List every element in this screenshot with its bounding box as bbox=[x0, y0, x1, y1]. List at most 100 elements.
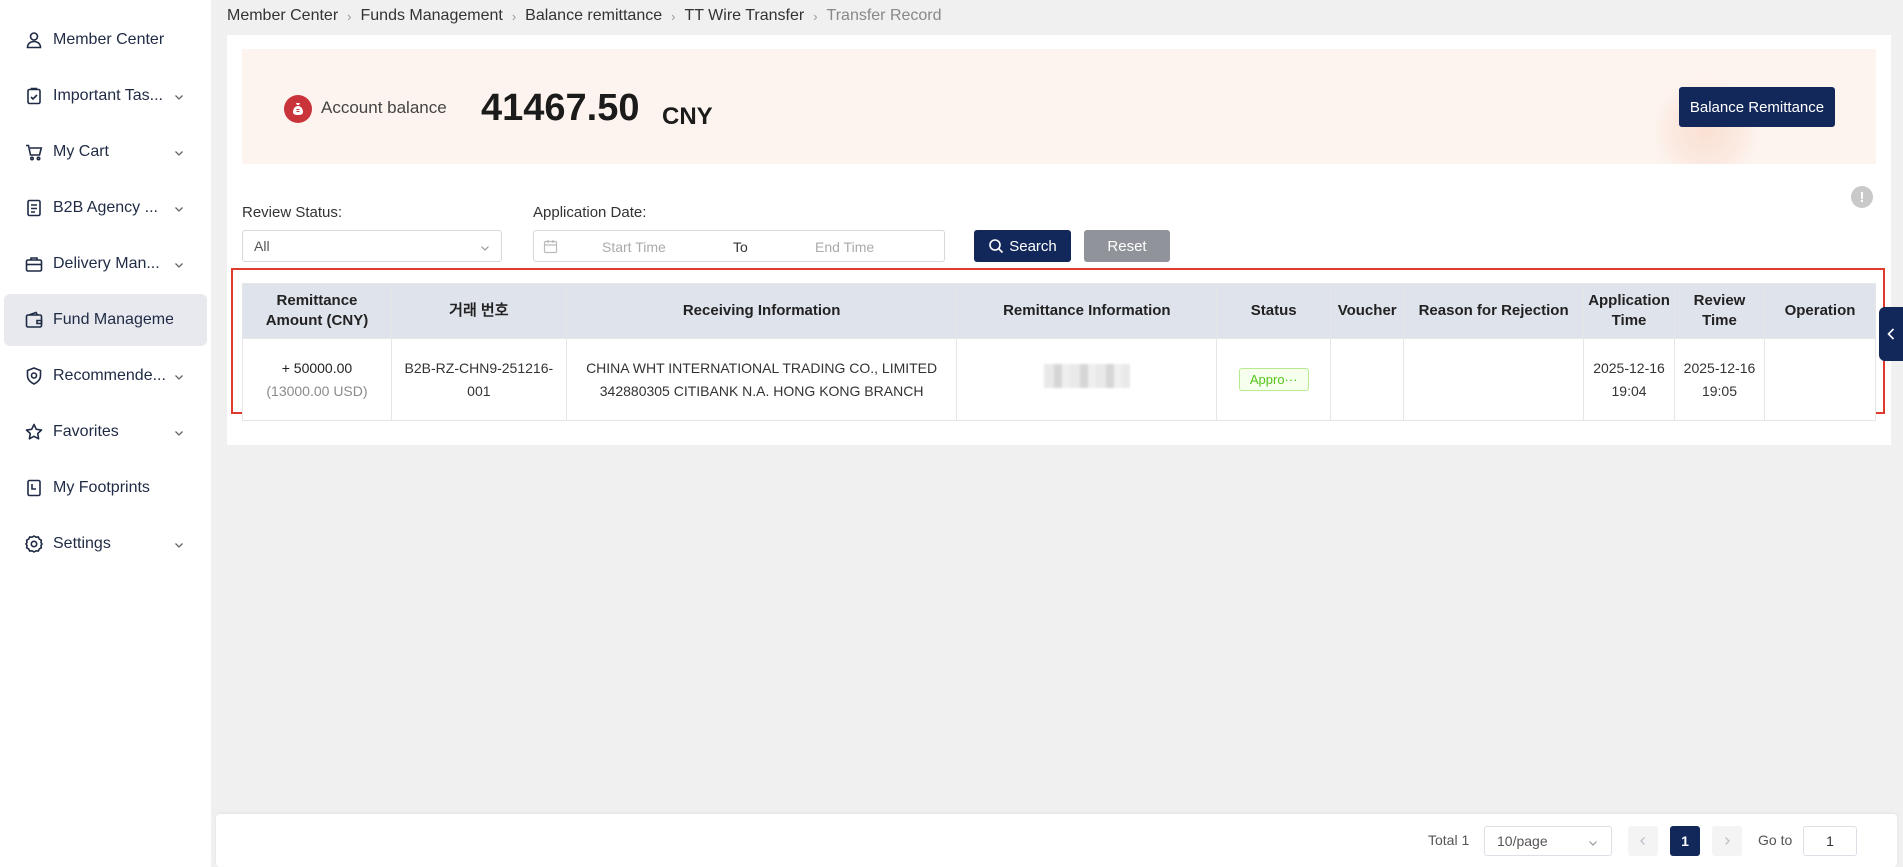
start-time-input[interactable]: Start Time bbox=[602, 239, 666, 255]
review-status-label: Review Status: bbox=[242, 204, 343, 221]
money-bag-icon bbox=[284, 95, 312, 123]
remittance-amount-usd: (13000.00 USD) bbox=[266, 382, 368, 399]
breadcrumb-item[interactable]: TT Wire Transfer bbox=[684, 7, 804, 25]
table-header-row: Remittance Amount (CNY) 거래 번호 Receiving … bbox=[242, 283, 1877, 339]
sidebar-item-label: Recommende... bbox=[53, 367, 166, 384]
breadcrumb-item[interactable]: Balance remittance bbox=[525, 7, 662, 25]
page-size-select[interactable]: 10/page bbox=[1484, 826, 1612, 856]
chevron-left-icon bbox=[1640, 837, 1645, 845]
account-balance-amount: 41467.50 bbox=[481, 87, 640, 129]
chevron-right-icon bbox=[1725, 837, 1730, 845]
breadcrumb-item[interactable]: Funds Management bbox=[361, 7, 503, 25]
sidebar-item-label: Important Tas... bbox=[53, 87, 163, 104]
rejection-reason-cell bbox=[1403, 338, 1585, 421]
breadcrumb-current: Transfer Record bbox=[826, 7, 942, 24]
amount-cell: + 50000.00 (13000.00 USD) bbox=[242, 338, 392, 421]
review-status-select[interactable]: All bbox=[242, 230, 502, 262]
sidebar-item-favorites[interactable]: Favorites bbox=[4, 406, 207, 458]
gear-icon bbox=[24, 534, 44, 554]
application-date-label: Application Date: bbox=[533, 204, 647, 221]
main-panel: Account balance 41467.50 CNY Balance Rem… bbox=[227, 35, 1891, 445]
document-icon bbox=[24, 198, 44, 218]
breadcrumb-item[interactable]: Member Center bbox=[227, 7, 338, 25]
table-row: + 50000.00 (13000.00 USD) B2B-RZ-CHN9-25… bbox=[242, 338, 1877, 421]
column-header: Status bbox=[1216, 283, 1332, 339]
chevron-right-icon: › bbox=[813, 8, 818, 24]
chevron-right-icon: › bbox=[671, 8, 676, 24]
column-header: Remittance Information bbox=[956, 283, 1218, 339]
page-size-value: 10/page bbox=[1497, 833, 1548, 849]
column-header: Reason for Rejection bbox=[1403, 283, 1585, 339]
sidebar-item-label: Favorites bbox=[53, 423, 119, 440]
transfer-record-table: Remittance Amount (CNY) 거래 번호 Receiving … bbox=[242, 283, 1877, 421]
prev-page-button[interactable] bbox=[1628, 826, 1658, 856]
reset-button[interactable]: Reset bbox=[1084, 230, 1170, 262]
date-range-separator: To bbox=[733, 239, 748, 255]
voucher-cell bbox=[1330, 338, 1405, 421]
column-header: Application Time bbox=[1583, 283, 1676, 339]
sidebar-item-my-footprints[interactable]: My Footprints bbox=[4, 462, 207, 514]
chevron-down-icon bbox=[173, 90, 185, 102]
operation-cell bbox=[1763, 338, 1877, 421]
chevron-down-icon bbox=[173, 202, 185, 214]
page-number-current[interactable]: 1 bbox=[1670, 826, 1700, 856]
sidebar-item-recommended[interactable]: Recommende... bbox=[4, 350, 207, 402]
application-date-range[interactable]: Start Time To End Time bbox=[533, 230, 945, 262]
chevron-left-icon bbox=[1887, 328, 1895, 340]
column-header: Voucher bbox=[1330, 283, 1405, 339]
sidebar-item-settings[interactable]: Settings bbox=[4, 518, 207, 570]
sidebar-item-label: My Footprints bbox=[53, 479, 150, 496]
side-panel-toggle[interactable] bbox=[1879, 307, 1903, 361]
goto-label: Go to bbox=[1758, 832, 1793, 848]
application-time-cell: 2025-12-16 19:04 bbox=[1583, 338, 1676, 421]
next-page-button[interactable] bbox=[1712, 826, 1742, 856]
wallet-icon bbox=[24, 310, 44, 330]
sidebar-item-delivery-management[interactable]: Delivery Man... bbox=[4, 238, 207, 290]
clipboard-check-icon bbox=[24, 86, 44, 106]
chevron-down-icon bbox=[173, 370, 185, 382]
sidebar-item-important-tasks[interactable]: Important Tas... bbox=[4, 70, 207, 122]
user-icon bbox=[24, 30, 44, 50]
column-header: 거래 번호 bbox=[390, 283, 567, 339]
cart-icon bbox=[24, 142, 44, 162]
chevron-down-icon bbox=[1587, 836, 1599, 848]
sidebar-item-label: Delivery Man... bbox=[53, 255, 160, 272]
column-header: Review Time bbox=[1674, 283, 1765, 339]
receiving-info-cell: CHINA WHT INTERNATIONAL TRADING CO., LIM… bbox=[565, 338, 958, 421]
sidebar-item-fund-management[interactable]: Fund Management bbox=[4, 294, 207, 346]
sidebar-item-b2b-agency[interactable]: B2B Agency ... bbox=[4, 182, 207, 234]
end-time-input[interactable]: End Time bbox=[815, 239, 874, 255]
goto-page-input[interactable] bbox=[1803, 826, 1857, 856]
sidebar-item-member-center[interactable]: Member Center bbox=[4, 14, 207, 66]
column-header: Operation bbox=[1763, 283, 1877, 339]
blurred-remittance-info bbox=[1043, 364, 1130, 388]
sidebar-item-label: My Cart bbox=[53, 143, 109, 160]
star-icon bbox=[24, 422, 44, 442]
briefcase-icon bbox=[24, 254, 44, 274]
review-status-value: All bbox=[254, 238, 270, 254]
chevron-down-icon bbox=[173, 426, 185, 438]
account-balance-label: Account balance bbox=[321, 98, 447, 117]
info-icon[interactable]: ! bbox=[1851, 186, 1873, 208]
pagination: Total 1 10/page 1 Go to bbox=[216, 814, 1897, 867]
shield-star-icon bbox=[24, 366, 44, 386]
sidebar-item-label: Fund Management bbox=[53, 311, 173, 328]
chevron-down-icon bbox=[479, 241, 491, 253]
sidebar-item-label: B2B Agency ... bbox=[53, 199, 158, 216]
balance-card: Account balance 41467.50 CNY Balance Rem… bbox=[242, 49, 1876, 164]
search-button[interactable]: Search bbox=[974, 230, 1071, 262]
remittance-info-cell bbox=[956, 338, 1218, 421]
balance-remittance-button[interactable]: Balance Remittance bbox=[1679, 87, 1835, 127]
chevron-right-icon: › bbox=[347, 8, 352, 24]
chevron-down-icon bbox=[173, 258, 185, 270]
column-header: Remittance Amount (CNY) bbox=[242, 283, 392, 339]
sidebar-item-my-cart[interactable]: My Cart bbox=[4, 126, 207, 178]
search-button-label: Search bbox=[1009, 237, 1057, 255]
transaction-number-cell: B2B-RZ-CHN9-251216-001 bbox=[390, 338, 567, 421]
sidebar-item-label: Member Center bbox=[53, 31, 165, 48]
calendar-icon bbox=[543, 239, 558, 254]
breadcrumb: Member Center › Funds Management › Balan… bbox=[227, 7, 942, 25]
remittance-amount: + 50000.00 bbox=[281, 359, 353, 376]
search-icon bbox=[989, 239, 1004, 254]
status-cell: Appro··· bbox=[1216, 338, 1332, 421]
